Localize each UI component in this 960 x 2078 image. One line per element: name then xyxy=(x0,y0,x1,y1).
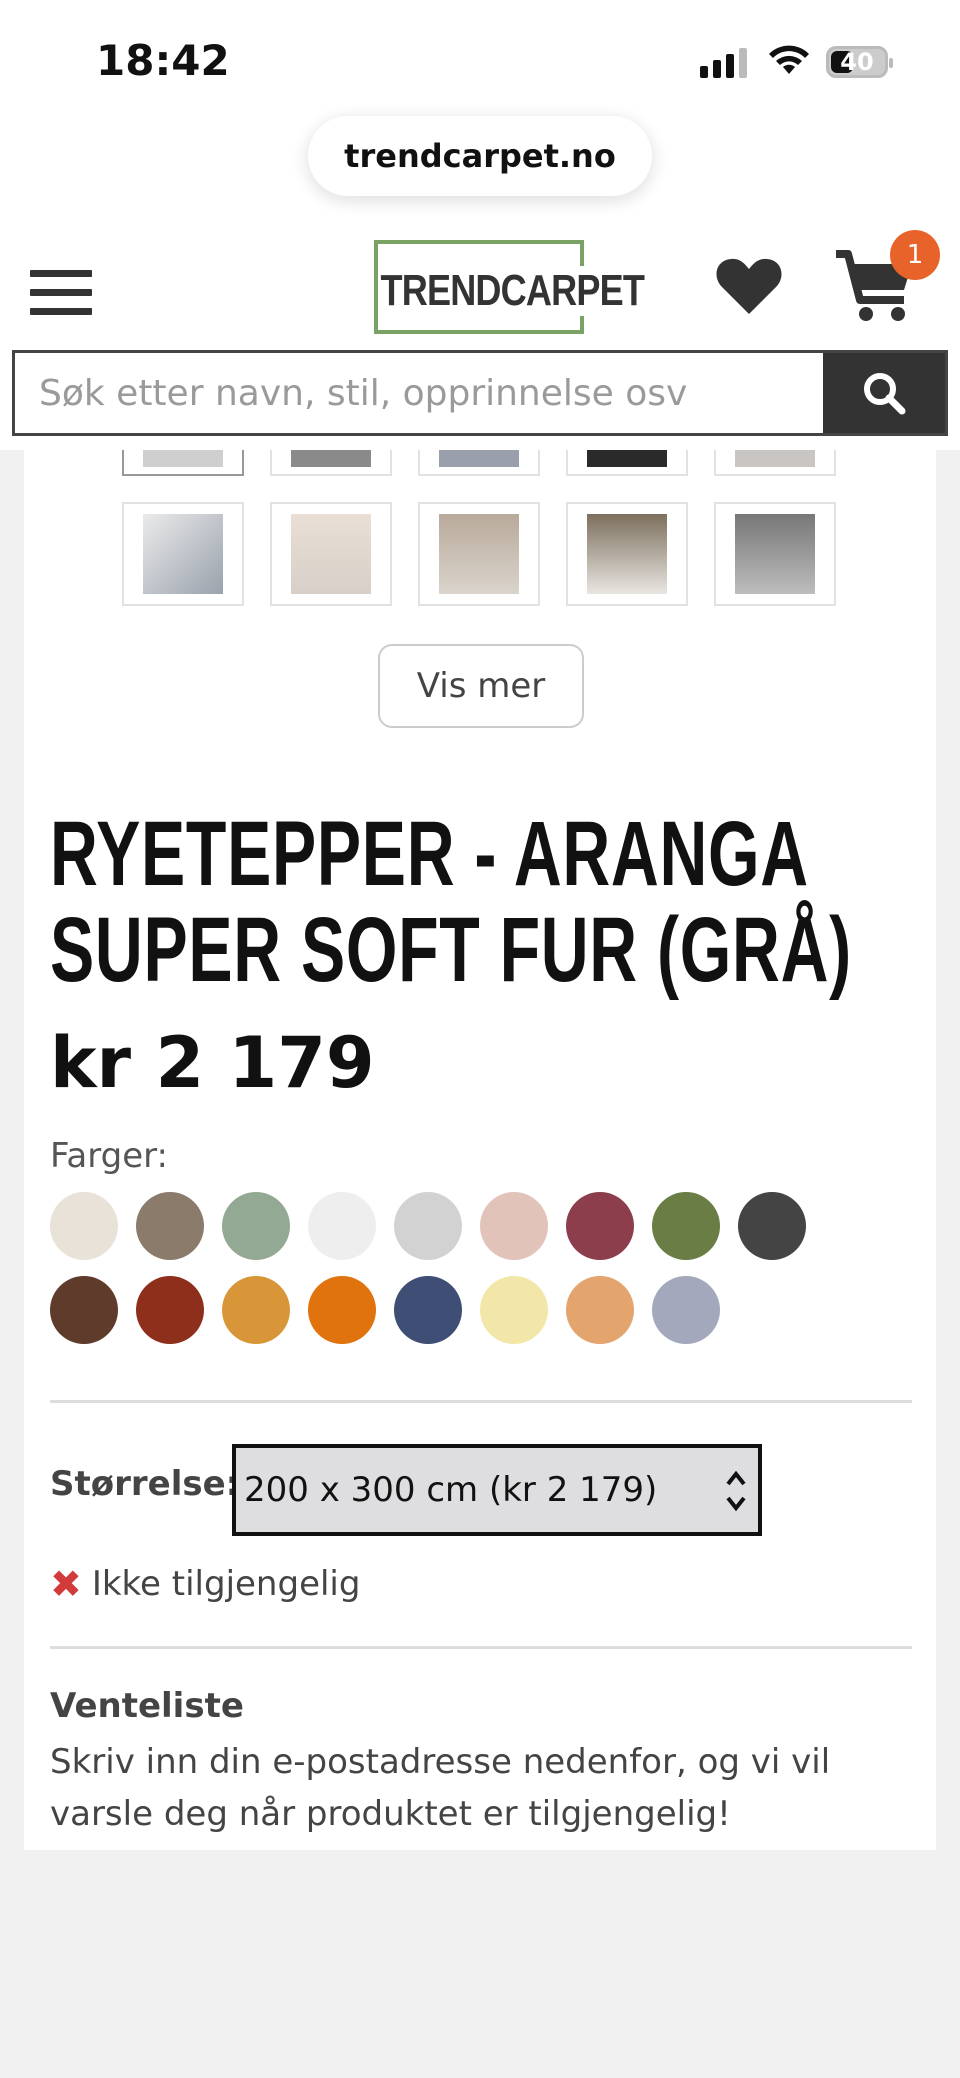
menu-icon[interactable] xyxy=(30,270,92,318)
logo-text: TRENDCARPET xyxy=(380,266,645,316)
color-swatch[interactable] xyxy=(652,1192,720,1260)
colors-label: Farger: xyxy=(50,1136,168,1176)
search-input[interactable] xyxy=(15,353,823,433)
wishlist-heart-icon[interactable] xyxy=(714,254,784,318)
availability-status: ✖ Ikke tilgjengelig xyxy=(50,1562,360,1606)
unavailable-x-icon: ✖ xyxy=(50,1562,82,1606)
clock: 18:42 xyxy=(96,36,230,85)
color-swatch[interactable] xyxy=(394,1276,462,1344)
site-header: TRENDCARPET xyxy=(0,230,960,450)
gallery-thumbnail[interactable] xyxy=(418,450,540,476)
color-swatch[interactable] xyxy=(136,1192,204,1260)
waitlist-title: Venteliste xyxy=(50,1686,244,1726)
site-logo[interactable]: TRENDCARPET xyxy=(374,240,645,334)
thumbnail-row xyxy=(122,450,836,476)
gallery-thumbnail[interactable] xyxy=(714,502,836,606)
size-label: Størrelse: xyxy=(50,1464,240,1504)
gallery-thumbnail[interactable] xyxy=(122,450,244,476)
color-swatch[interactable] xyxy=(480,1192,548,1260)
wifi-icon xyxy=(769,45,809,74)
color-swatch[interactable] xyxy=(222,1276,290,1344)
color-swatch[interactable] xyxy=(480,1276,548,1344)
battery-level: 40 xyxy=(840,48,874,76)
gallery-thumbnail[interactable] xyxy=(122,502,244,606)
color-swatches xyxy=(50,1192,870,1344)
select-chevron-icon xyxy=(726,1470,746,1512)
size-select-value: 200 x 300 cm (kr 2 179) xyxy=(244,1470,658,1510)
waitlist-text: Skriv inn din e-postadresse nedenfor, og… xyxy=(50,1742,831,1834)
search-bar xyxy=(12,350,948,436)
search-icon xyxy=(864,373,906,415)
thumbnail-row xyxy=(122,502,836,606)
browser-url-bar: trendcarpet.no xyxy=(0,110,960,230)
divider xyxy=(50,1400,912,1403)
gallery-thumbnail[interactable] xyxy=(270,450,392,476)
divider xyxy=(50,1646,912,1649)
availability-text: Ikke tilgjengelig xyxy=(91,1564,361,1604)
gallery-thumbnail[interactable] xyxy=(270,502,392,606)
color-swatch[interactable] xyxy=(50,1192,118,1260)
size-select[interactable]: 200 x 300 cm (kr 2 179) xyxy=(232,1444,762,1536)
product-card: Vis mer RYETEPPER - ARANGA SUPER SOFT FU… xyxy=(24,450,936,1850)
battery-icon: 40 xyxy=(826,46,893,78)
gallery-thumbnail[interactable] xyxy=(566,502,688,606)
color-swatch[interactable] xyxy=(50,1276,118,1344)
color-swatch[interactable] xyxy=(308,1192,376,1260)
show-more-button[interactable]: Vis mer xyxy=(378,644,584,728)
product-title: RYETEPPER - ARANGA SUPER SOFT FUR (GRÅ) xyxy=(50,803,852,1001)
product-price: kr 2 179 xyxy=(50,1022,375,1104)
color-swatch[interactable] xyxy=(566,1276,634,1344)
color-swatch[interactable] xyxy=(566,1192,634,1260)
url-pill[interactable]: trendcarpet.no xyxy=(308,116,652,196)
color-swatch[interactable] xyxy=(222,1192,290,1260)
cart-count-badge: 1 xyxy=(890,230,940,280)
gallery-thumbnail[interactable] xyxy=(418,502,540,606)
cellular-signal-icon xyxy=(700,48,747,78)
gallery-thumbnail[interactable] xyxy=(566,450,688,476)
color-swatch[interactable] xyxy=(394,1192,462,1260)
gallery-thumbnail[interactable] xyxy=(714,450,836,476)
color-swatch[interactable] xyxy=(308,1276,376,1344)
search-button[interactable] xyxy=(823,353,945,433)
color-swatch[interactable] xyxy=(136,1276,204,1344)
status-bar: 18:42 40 xyxy=(0,0,960,110)
color-swatch[interactable] xyxy=(738,1192,806,1260)
color-swatch[interactable] xyxy=(652,1276,720,1344)
